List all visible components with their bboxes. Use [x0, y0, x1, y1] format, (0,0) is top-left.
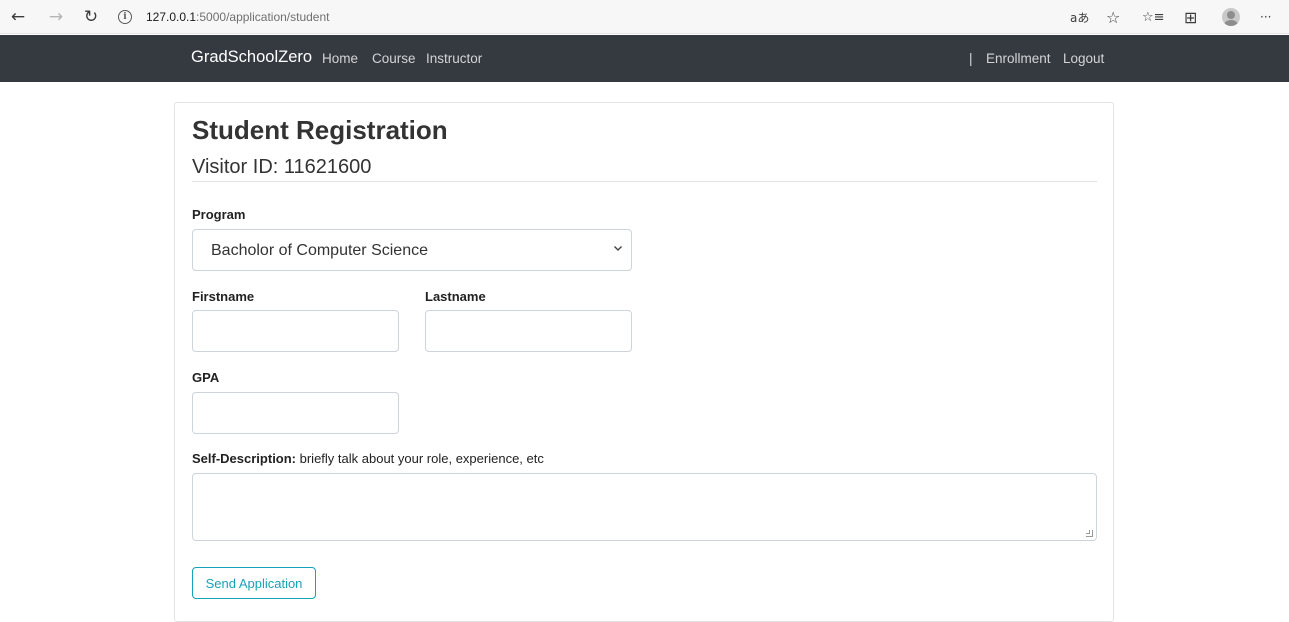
url-host: 127.0.0.1	[146, 10, 197, 24]
forward-arrow-icon[interactable]: →	[45, 6, 67, 28]
send-application-button[interactable]: Send Application	[192, 567, 316, 599]
profile-avatar-icon[interactable]	[1222, 7, 1240, 27]
gpa-label: GPA	[192, 370, 220, 385]
favorite-star-icon[interactable]: ☆	[1106, 7, 1120, 27]
divider	[192, 181, 1097, 182]
read-aloud-icon[interactable]: aあ	[1070, 7, 1089, 27]
nav-separator: |	[969, 51, 973, 66]
page-title: Student Registration	[192, 115, 448, 145]
nav-link-instructor[interactable]: Instructor	[426, 51, 482, 66]
self-description-label-bold: Self-Description:	[192, 451, 297, 466]
nav-link-enrollment[interactable]: Enrollment	[986, 51, 1051, 66]
brand-link[interactable]: GradSchoolZero	[191, 48, 312, 67]
nav-link-home[interactable]: Home	[322, 51, 358, 66]
info-icon[interactable]: i	[118, 10, 132, 24]
favorites-bar-icon[interactable]: ☆≡	[1142, 7, 1165, 27]
url-text[interactable]: 127.0.0.1:5000/application/student	[146, 10, 329, 24]
url-path: :5000/application/student	[196, 10, 330, 24]
lastname-input[interactable]	[425, 310, 632, 352]
address-bar[interactable]: i 127.0.0.1:5000/application/student	[116, 4, 1062, 30]
program-selected-value: Bacholor of Computer Science	[211, 242, 428, 259]
collections-icon[interactable]: ⊞	[1184, 7, 1197, 27]
nav-link-logout[interactable]: Logout	[1063, 51, 1104, 66]
avatar	[1222, 8, 1240, 26]
program-label: Program	[192, 207, 246, 222]
self-description-label: Self-Description: briefly talk about you…	[192, 451, 544, 466]
self-description-textarea[interactable]	[192, 473, 1097, 541]
gpa-input[interactable]	[192, 392, 399, 434]
chevron-down-icon	[613, 243, 623, 256]
reload-icon[interactable]: ↻	[80, 6, 102, 28]
lastname-label: Lastname	[425, 289, 486, 304]
site-navbar: GradSchoolZero Home Course Instructor | …	[0, 35, 1289, 82]
browser-toolbar: ← → ↻ i 127.0.0.1:5000/application/stude…	[0, 0, 1289, 34]
back-arrow-icon[interactable]: ←	[7, 6, 29, 28]
firstname-input[interactable]	[192, 310, 399, 352]
self-description-hint: briefly talk about your role, experience…	[296, 451, 544, 466]
more-menu-icon[interactable]: ···	[1260, 7, 1271, 27]
nav-link-course[interactable]: Course	[372, 51, 416, 66]
resize-handle-icon[interactable]	[1086, 530, 1093, 537]
program-select[interactable]: Bacholor of Computer Science	[192, 229, 632, 271]
firstname-label: Firstname	[192, 289, 255, 304]
visitor-id: Visitor ID: 11621600	[192, 156, 372, 178]
registration-card: Student Registration Visitor ID: 1162160…	[174, 102, 1114, 622]
